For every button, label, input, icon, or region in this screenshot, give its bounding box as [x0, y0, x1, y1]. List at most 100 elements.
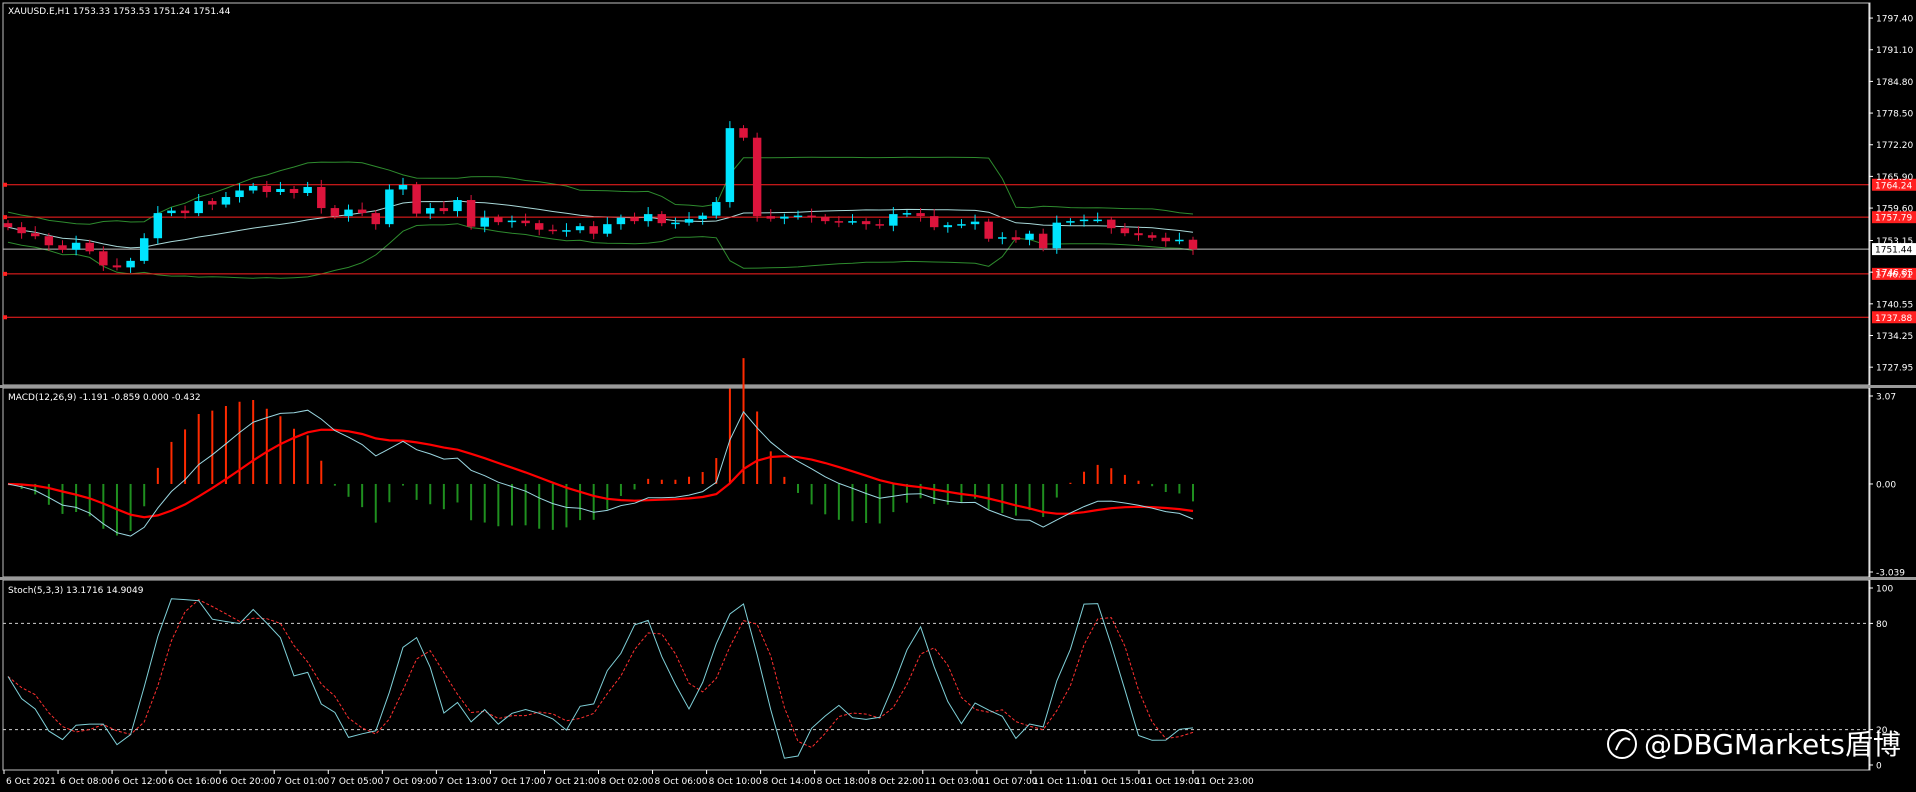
stoch-tick-label: 0 — [1876, 762, 1882, 772]
candle-body — [112, 265, 122, 268]
level-marker — [3, 182, 7, 187]
stoch-tick-label: 80 — [1876, 620, 1888, 630]
time-tick-label: 11 Oct 07:00 — [979, 777, 1038, 787]
candle-body — [725, 128, 735, 203]
time-tick-label: 7 Oct 17:00 — [492, 777, 545, 787]
price-tick-label: 1791.10 — [1876, 46, 1913, 56]
level-marker — [3, 315, 7, 320]
candle-body — [344, 209, 353, 217]
candle-body — [1134, 233, 1143, 236]
candle-body — [453, 200, 462, 212]
price-tick-label: 1797.40 — [1876, 15, 1913, 25]
candle-body — [807, 215, 816, 218]
candle-body — [208, 201, 217, 205]
price-tick-label: 1778.50 — [1876, 110, 1913, 120]
candle-body — [1052, 222, 1062, 249]
candle-body — [780, 216, 789, 219]
candle-body — [1120, 228, 1130, 234]
candle-body — [262, 185, 272, 192]
candle-body — [998, 237, 1007, 239]
candle-body — [289, 188, 299, 193]
candle-body — [861, 221, 871, 225]
candle-body — [712, 202, 721, 216]
time-tick-label: 8 Oct 22:00 — [871, 777, 924, 787]
candle-body — [357, 209, 367, 214]
candle-body — [970, 221, 980, 225]
time-tick-label: 6 Oct 12:00 — [114, 777, 167, 787]
candle-body — [1066, 221, 1075, 223]
stoch-tick-label: 100 — [1876, 585, 1893, 595]
candle-body — [943, 225, 953, 228]
candle-body — [330, 208, 340, 217]
candle-body — [167, 210, 176, 214]
candle-body — [793, 215, 803, 218]
candle-body — [153, 213, 163, 239]
time-tick-label: 7 Oct 13:00 — [438, 777, 491, 787]
time-tick-label: 8 Oct 18:00 — [817, 777, 870, 787]
candle-body — [85, 242, 94, 252]
candle-body — [657, 214, 667, 224]
macd-panel-header: MACD(12,26,9) -1.191 -0.859 0.000 -0.432 — [8, 393, 201, 403]
candle-body — [984, 221, 993, 239]
candle-body — [848, 221, 857, 223]
candle-body — [480, 217, 489, 227]
candle-body — [71, 242, 81, 250]
time-tick-label: 11 Oct 03:00 — [925, 777, 984, 787]
stoch-panel-header: Stoch(5,3,3) 13.1716 14.9049 — [8, 586, 144, 596]
candle-body — [902, 213, 912, 215]
candle-body — [466, 200, 476, 227]
candle-body — [643, 214, 653, 222]
time-tick-label: 8 Oct 14:00 — [763, 777, 816, 787]
candle-body — [875, 224, 884, 226]
candle-body — [44, 236, 54, 246]
candle-body — [235, 190, 244, 198]
candle-body — [752, 137, 762, 217]
candle-body — [439, 208, 449, 212]
candle-body — [248, 185, 258, 191]
time-tick-label: 6 Oct 16:00 — [168, 777, 221, 787]
time-tick-label: 7 Oct 09:00 — [384, 777, 437, 787]
candle-body — [739, 128, 748, 138]
price-panel-header: XAUUSD.E,H1 1753.33 1753.53 1751.24 1751… — [8, 7, 231, 17]
time-tick-label: 11 Oct 11:00 — [1033, 777, 1092, 787]
watermark-text: @DBGMarkets盾博 — [1644, 728, 1901, 761]
time-tick-label: 6 Oct 08:00 — [60, 777, 113, 787]
candle-body — [1175, 239, 1184, 242]
price-tick-label: 1746.85 — [1876, 269, 1913, 279]
candle-body — [99, 251, 108, 266]
candle-body — [139, 238, 149, 261]
time-tick-label: 7 Oct 01:00 — [276, 777, 329, 787]
candle-body — [1147, 235, 1157, 238]
candle-body — [698, 215, 707, 220]
price-badge-text: 1751.44 — [1875, 246, 1912, 256]
candle-body — [303, 186, 312, 193]
candle-body — [957, 224, 966, 226]
candle-body — [1161, 237, 1170, 242]
price-tick-label: 1759.60 — [1876, 205, 1913, 215]
time-tick-label: 11 Oct 23:00 — [1195, 777, 1254, 787]
candle-body — [371, 213, 380, 225]
price-badge-text: 1757.79 — [1875, 214, 1912, 224]
candle-body — [398, 184, 408, 190]
candle-body — [630, 217, 639, 222]
candle-body — [3, 223, 13, 228]
candle-body — [276, 188, 285, 192]
candle-body — [317, 186, 326, 209]
candle-body — [562, 230, 571, 232]
candle-body — [194, 201, 203, 214]
trading-chart[interactable]: 1764.241757.791751.441746.511737.88 XAUU… — [0, 0, 1916, 792]
candle-body — [1025, 233, 1034, 240]
time-tick-label: 8 Oct 10:00 — [709, 777, 762, 787]
candle-body — [548, 229, 558, 232]
candle-body — [684, 219, 694, 223]
price-tick-label: 1727.95 — [1876, 364, 1913, 374]
time-tick-label: 8 Oct 06:00 — [655, 777, 708, 787]
time-tick-label: 7 Oct 21:00 — [546, 777, 599, 787]
candle-body — [1188, 239, 1198, 250]
level-marker — [3, 271, 7, 276]
price-tick-label: 1740.55 — [1876, 300, 1913, 310]
price-badge-text: 1737.88 — [1875, 314, 1912, 324]
time-tick-label: 6 Oct 20:00 — [222, 777, 275, 787]
candle-body — [889, 214, 898, 226]
candle-body — [1107, 219, 1116, 229]
